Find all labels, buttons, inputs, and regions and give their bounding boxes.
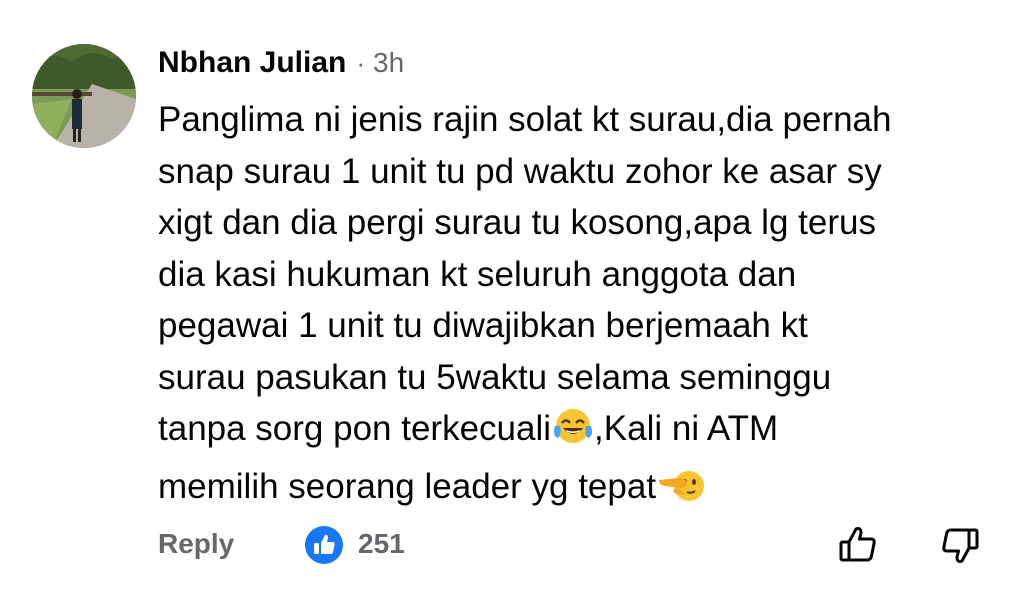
like-button[interactable] bbox=[834, 520, 884, 570]
pointing-left-emoji bbox=[657, 464, 707, 519]
comment-text-segment: memilih seorang leader yg tepat bbox=[158, 466, 657, 506]
comment-line-with-emoji: tanpa sorg pon terkecuali ,Kali ni ATM bbox=[158, 403, 1008, 461]
comment-line-with-emoji: memilih seorang leader yg tepat bbox=[158, 461, 1008, 519]
thumbs-up-icon bbox=[305, 526, 343, 564]
comment-text-segment: ,Kali ni ATM bbox=[594, 409, 779, 448]
comment-line: snap surau 1 unit tu pd waktu zohor ke a… bbox=[158, 151, 882, 191]
comment-line: xigt dan dia pergi surau tu kosong,apa l… bbox=[158, 203, 876, 242]
comment-line: surau pasukan tu 5waktu selama seminggu bbox=[158, 357, 832, 397]
comment-text-segment: tanpa sorg pon terkecuali bbox=[158, 409, 552, 448]
comment-line: pegawai 1 unit tu diwajibkan berjemaah k… bbox=[158, 306, 808, 345]
thumbs-up-outline-icon bbox=[839, 527, 876, 562]
comment-line: dia kasi hukuman kt seluruh anggota dan bbox=[158, 254, 797, 294]
separator-dot: · bbox=[356, 48, 366, 78]
comment: Nbhan Julian · 3h Panglima ni jenis raji… bbox=[0, 0, 1024, 599]
comment-header: Nbhan Julian · 3h bbox=[158, 46, 404, 86]
comment-actions: Reply 251 bbox=[158, 520, 998, 570]
dislike-button[interactable] bbox=[934, 520, 984, 570]
comment-timestamp[interactable]: 3h bbox=[373, 47, 404, 79]
comment-line: Panglima ni jenis rajin solat kt surau,d… bbox=[158, 100, 892, 139]
avatar-photo bbox=[32, 44, 136, 148]
thumbs-down-outline-icon bbox=[942, 528, 979, 563]
author-name[interactable]: Nbhan Julian bbox=[158, 46, 346, 80]
like-count[interactable]: 251 bbox=[358, 528, 405, 560]
tears-of-joy-emoji bbox=[552, 406, 594, 461]
like-reaction-badge[interactable] bbox=[304, 525, 344, 565]
comment-body: Panglima ni jenis rajin solat kt surau,d… bbox=[158, 94, 1008, 518]
reply-button[interactable]: Reply bbox=[158, 528, 234, 560]
avatar[interactable] bbox=[32, 44, 136, 148]
